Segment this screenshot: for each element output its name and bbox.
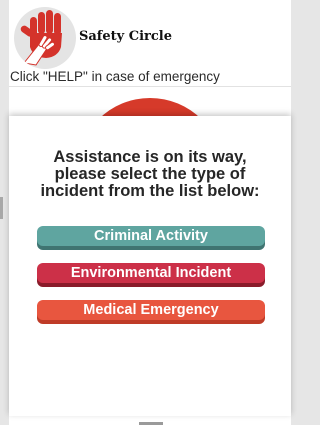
message-line: Assistance is on its way,: [53, 148, 247, 166]
criminal-activity-button[interactable]: Criminal Activity: [37, 226, 265, 246]
helping-hands-icon: [20, 10, 62, 66]
logo: [14, 7, 76, 69]
app-title: Safety Circle: [79, 29, 173, 44]
message-line: incident from the list below:: [40, 182, 260, 200]
emergency-hint: Click "HELP" in case of emergency: [10, 69, 220, 84]
app-header: Safety Circle Click "HELP" in case of em…: [9, 0, 291, 87]
message-line: please select the type of: [54, 165, 246, 183]
assistance-message: Assistance is on its way, please select …: [9, 149, 291, 200]
environmental-incident-button[interactable]: Environmental Incident: [37, 263, 265, 283]
incident-modal: Assistance is on its way, please select …: [9, 116, 291, 416]
side-drawer-handle[interactable]: [0, 197, 3, 219]
medical-emergency-button[interactable]: Medical Emergency: [37, 300, 265, 320]
